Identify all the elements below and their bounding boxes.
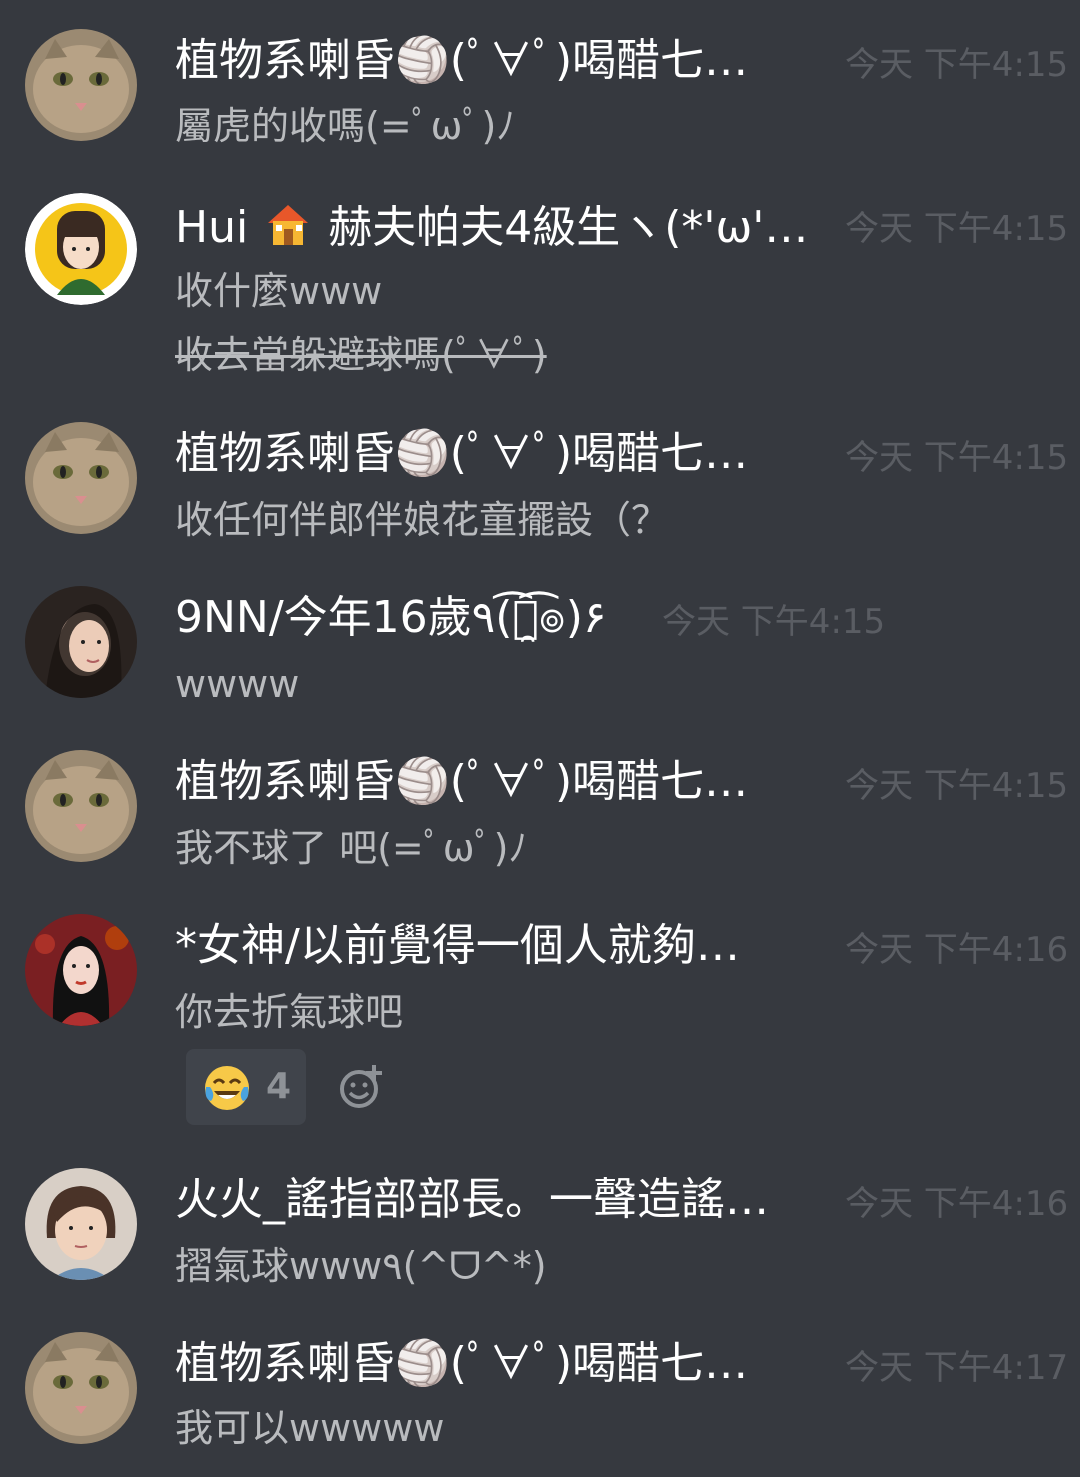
- message-text: 你去折氣球吧: [175, 990, 404, 1034]
- message-text: 我不球了 吧(=ﾟωﾟ)ﾉ: [175, 826, 528, 870]
- message-text: 收什麼www: [175, 269, 383, 313]
- timestamp: 今天 下午4:16: [845, 1184, 1069, 1224]
- timestamp: 今天 下午4:15: [845, 45, 1069, 85]
- chat-message-list: 植物系喇昏🏐(ﾟ∀ﾟ)喝醋七… 今天 下午4:15 屬虎的收嗎(=ﾟωﾟ)ﾉ H…: [0, 0, 1080, 1477]
- avatar[interactable]: [25, 914, 137, 1026]
- username[interactable]: 9NN/今年16歲٩(͡๏̯͡๏)۶: [175, 590, 655, 646]
- username-suffix: 赫夫帕夫4級生ヽ(*'ω'* …: [328, 202, 825, 253]
- message-text: 收任何伴郎伴娘花童擺設（？: [175, 498, 670, 542]
- timestamp: 今天 下午4:15: [845, 209, 1069, 249]
- avatar[interactable]: [25, 1332, 137, 1444]
- add-reaction-icon[interactable]: [337, 1062, 387, 1112]
- timestamp: 今天 下午4:15: [662, 602, 886, 642]
- cat-avatar-icon: [25, 422, 137, 534]
- timestamp: 今天 下午4:16: [845, 930, 1069, 970]
- cartoon-girl-avatar-icon: [25, 193, 137, 305]
- timestamp: 今天 下午4:15: [845, 766, 1069, 806]
- avatar[interactable]: [25, 750, 137, 862]
- username[interactable]: 植物系喇昏🏐(ﾟ∀ﾟ)喝醋七…: [175, 1336, 805, 1392]
- avatar[interactable]: [25, 586, 137, 698]
- username[interactable]: 火火_謠指部部長。一聲造謠…: [175, 1172, 810, 1228]
- woman-photo-avatar-icon: [25, 586, 137, 698]
- avatar[interactable]: [25, 1168, 137, 1280]
- avatar[interactable]: [25, 29, 137, 141]
- username[interactable]: 植物系喇昏🏐(ﾟ∀ﾟ)喝醋七…: [175, 33, 805, 89]
- username-prefix: Hui: [175, 202, 249, 253]
- goddess-photo-avatar-icon: [25, 914, 137, 1026]
- house-icon: [262, 197, 314, 263]
- cat-avatar-icon: [25, 750, 137, 862]
- avatar[interactable]: [25, 422, 137, 534]
- message-text: wwww: [175, 662, 300, 706]
- message-text: 我可以wwwww: [175, 1406, 445, 1450]
- tears-of-joy-icon: [202, 1063, 252, 1117]
- fire-photo-avatar-icon: [25, 1168, 137, 1280]
- message-text-strikethrough: 收去當躲避球嗎(ﾟ∀ﾟ): [175, 333, 547, 377]
- username[interactable]: 植物系喇昏🏐(ﾟ∀ﾟ)喝醋七…: [175, 426, 805, 482]
- message-text: 屬虎的收嗎(=ﾟωﾟ)ﾉ: [175, 104, 516, 148]
- reaction-count: 4: [266, 1066, 292, 1107]
- timestamp: 今天 下午4:17: [845, 1348, 1069, 1388]
- avatar[interactable]: [25, 193, 137, 305]
- reaction-button[interactable]: 4: [186, 1049, 306, 1125]
- cat-avatar-icon: [25, 1332, 137, 1444]
- timestamp: 今天 下午4:15: [845, 438, 1069, 478]
- cat-avatar-icon: [25, 29, 137, 141]
- username[interactable]: Hui 赫夫帕夫4級生ヽ(*'ω'* …: [175, 197, 825, 263]
- username[interactable]: 植物系喇昏🏐(ﾟ∀ﾟ)喝醋七…: [175, 754, 805, 810]
- message-text: 摺氣球www٩(^ᗜ^*): [175, 1244, 547, 1288]
- username[interactable]: *女神/以前覺得一個人就夠…: [175, 918, 790, 974]
